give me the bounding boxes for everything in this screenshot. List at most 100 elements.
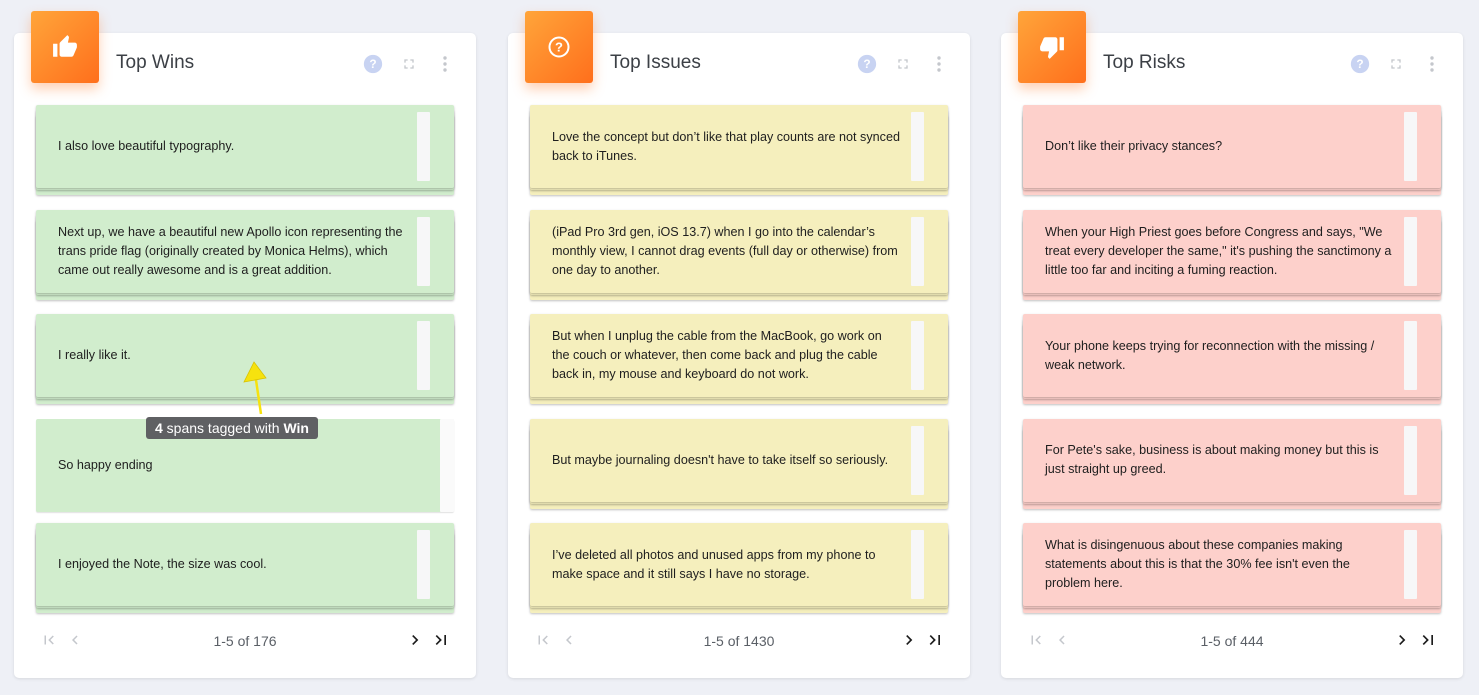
- next-page-button[interactable]: [1391, 629, 1413, 651]
- card-side-strip: [911, 216, 924, 286]
- card-text: For Pete's sake, business is about makin…: [1045, 443, 1379, 477]
- tooltip-count: 4: [155, 420, 163, 436]
- list-item: For Pete's sake, business is about makin…: [1023, 418, 1441, 513]
- card-side-strip: [911, 425, 924, 495]
- card-side-strip: [417, 112, 430, 181]
- list-item: What is disingenuous about these compani…: [1023, 523, 1441, 617]
- help-button[interactable]: ?: [854, 51, 880, 77]
- next-page-button[interactable]: [404, 629, 426, 651]
- last-page-icon: [435, 635, 446, 645]
- tooltip-text: spans tagged with: [162, 420, 284, 436]
- card-text: Your phone keeps trying for reconnection…: [1045, 338, 1375, 372]
- card-side-strip: [911, 321, 924, 391]
- pagination-count: 1-5 of 1430: [703, 633, 775, 649]
- panel-title: Top Issues: [610, 52, 701, 73]
- chevron-right-icon: [906, 635, 913, 645]
- card-text: I really like it.: [58, 348, 131, 363]
- list-item: Love the concept but don’t like that pla…: [530, 105, 948, 199]
- panel-top-issues: ? Top Issues ? Love the concept but don’…: [508, 11, 970, 678]
- question-circle-icon: ?: [548, 36, 570, 58]
- list-item: But maybe journaling doesn't have to tak…: [530, 418, 948, 513]
- feedback-card[interactable]: What is disingenuous about these compani…: [1023, 523, 1441, 607]
- tooltip-tag: Win: [283, 420, 309, 436]
- chevron-right-icon: [412, 635, 419, 645]
- panel-top-wins: Top Wins ? I also love beautiful typogra…: [14, 11, 476, 678]
- card-side-strip: [1404, 112, 1417, 181]
- more-menu-button[interactable]: [926, 51, 952, 77]
- card-side-strip: [1404, 321, 1417, 391]
- feedback-card[interactable]: Next up, we have a beautiful new Apollo …: [36, 209, 454, 293]
- card-side-strip: [1404, 425, 1417, 495]
- card-side-strip: [911, 530, 924, 600]
- feedback-card[interactable]: (iPad Pro 3rd gen, iOS 13.7) when I go i…: [530, 209, 948, 293]
- svg-text:?: ?: [555, 40, 563, 55]
- last-page-button[interactable]: [1417, 629, 1439, 651]
- more-menu-button[interactable]: [1419, 51, 1445, 77]
- help-button[interactable]: ?: [360, 51, 386, 77]
- last-page-button[interactable]: [430, 629, 452, 651]
- svg-text:?: ?: [863, 57, 870, 71]
- last-page-icon: [929, 635, 940, 645]
- card-text: Love the concept but don’t like that pla…: [552, 129, 900, 163]
- card-text: Don’t like their privacy stances?: [1045, 139, 1223, 153]
- help-circle-icon: ?: [1350, 54, 1370, 74]
- feedback-card[interactable]: When your High Priest goes before Congre…: [1023, 209, 1441, 293]
- fullscreen-icon: [404, 59, 414, 69]
- card-text: So happy ending: [58, 457, 153, 472]
- more-vertical-icon: [1430, 56, 1434, 72]
- chevron-right-icon: [1399, 635, 1406, 645]
- thumbs-up-icon: [53, 35, 77, 57]
- fullscreen-button[interactable]: [1383, 51, 1409, 77]
- card-text: But maybe journaling doesn't have to tak…: [552, 452, 889, 467]
- last-page-icon: [1422, 635, 1433, 645]
- card-text: Next up, we have a beautiful new Apollo …: [58, 224, 403, 277]
- pagination: 1-5 of 1430: [530, 625, 948, 657]
- panel-title: Top Risks: [1103, 52, 1186, 73]
- more-vertical-icon: [443, 56, 447, 72]
- card-text: I also love beautiful typography.: [58, 139, 235, 153]
- feedback-card[interactable]: Your phone keeps trying for reconnection…: [1023, 314, 1441, 398]
- feedback-card[interactable]: For Pete's sake, business is about makin…: [1023, 418, 1441, 502]
- list-item: (iPad Pro 3rd gen, iOS 13.7) when I go i…: [530, 209, 948, 304]
- fullscreen-button[interactable]: [890, 51, 916, 77]
- pagination: 1-5 of 176: [36, 625, 454, 657]
- help-circle-icon: ?: [363, 54, 383, 74]
- help-circle-icon: ?: [857, 54, 877, 74]
- card-side-strip: [1404, 216, 1417, 286]
- thumbs-down-icon: [1040, 37, 1064, 59]
- annotation-arrow-icon: [243, 361, 267, 415]
- tag-tooltip: 4 spans tagged with Win: [146, 417, 318, 439]
- feedback-card[interactable]: I enjoyed the Note, the size was cool.: [36, 523, 454, 607]
- list-item: When your High Priest goes before Congre…: [1023, 209, 1441, 304]
- feedback-card[interactable]: I also love beautiful typography.: [36, 105, 454, 188]
- card-side-strip: [417, 216, 430, 286]
- feedback-card[interactable]: Don’t like their privacy stances?: [1023, 105, 1441, 188]
- feedback-card[interactable]: Love the concept but don’t like that pla…: [530, 105, 948, 188]
- more-vertical-icon: [937, 56, 941, 72]
- card-side-strip: [440, 418, 454, 512]
- card-text: When your High Priest goes before Congre…: [1045, 224, 1392, 277]
- help-button[interactable]: ?: [1347, 51, 1373, 77]
- list-item: I also love beautiful typography.: [36, 105, 454, 199]
- panel-icon-badge: ?: [525, 11, 593, 83]
- next-page-button[interactable]: [898, 629, 920, 651]
- svg-text:?: ?: [1356, 57, 1363, 71]
- fullscreen-button[interactable]: [396, 51, 422, 77]
- card-side-strip: [1404, 530, 1417, 600]
- more-menu-button[interactable]: [432, 51, 458, 77]
- card-text: What is disingenuous about these compani…: [1045, 538, 1350, 591]
- list-item: I enjoyed the Note, the size was cool.: [36, 523, 454, 617]
- feedback-card[interactable]: I’ve deleted all photos and unused apps …: [530, 523, 948, 607]
- fullscreen-icon: [898, 59, 908, 69]
- card-text: (iPad Pro 3rd gen, iOS 13.7) when I go i…: [552, 224, 898, 277]
- card-text: I’ve deleted all photos and unused apps …: [552, 547, 876, 581]
- last-page-button[interactable]: [924, 629, 946, 651]
- pagination-count: 1-5 of 444: [1200, 633, 1264, 649]
- pagination-count: 1-5 of 176: [213, 633, 277, 649]
- list-item: But when I unplug the cable from the Mac…: [530, 314, 948, 408]
- panel-icon-badge: [31, 11, 99, 83]
- card-side-strip: [417, 321, 430, 391]
- feedback-card[interactable]: But maybe journaling doesn't have to tak…: [530, 418, 948, 502]
- feedback-card[interactable]: But when I unplug the cable from the Mac…: [530, 314, 948, 398]
- svg-text:?: ?: [369, 57, 376, 71]
